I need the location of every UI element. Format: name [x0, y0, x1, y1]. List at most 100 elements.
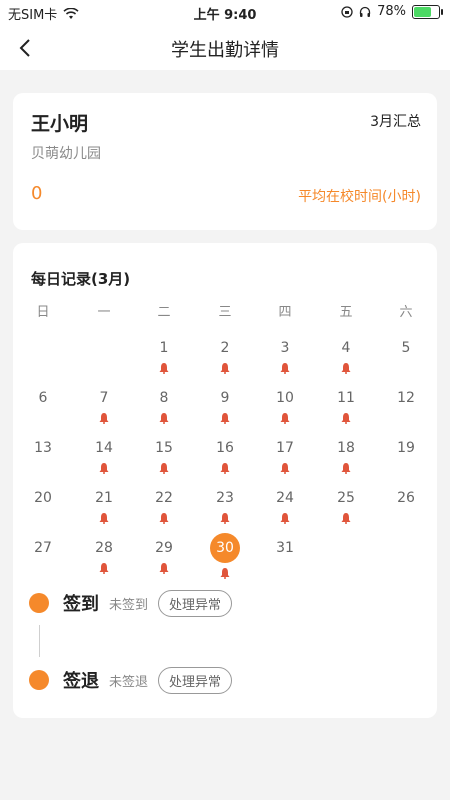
calendar-day[interactable]: 4: [326, 338, 366, 374]
day-mark-empty: [23, 462, 63, 474]
sign-out-handle-exception-button[interactable]: 处理异常: [158, 666, 233, 694]
attendance-alert-icon: [84, 512, 124, 524]
day-number: 8: [159, 390, 169, 406]
sign-out-status: 未签退: [109, 674, 149, 690]
day-mark-empty: [386, 412, 426, 424]
day-number: 9: [220, 390, 230, 406]
nav-bar: 学生出勤详情: [0, 26, 450, 70]
sign-in-handle-exception-button[interactable]: 处理异常: [158, 589, 233, 617]
day-number: 19: [397, 440, 415, 456]
day-number: 16: [216, 440, 234, 456]
day-number: 20: [34, 490, 52, 506]
day-number: 6: [38, 390, 48, 406]
sign-in-status: 未签到: [109, 597, 149, 613]
day-number: 7: [99, 390, 109, 406]
attendance-alert-icon: [326, 512, 366, 524]
sign-out-row: 签退 未签退 处理异常: [29, 665, 233, 695]
sign-out-dot-icon: [29, 670, 49, 690]
calendar-day[interactable]: 29: [144, 538, 184, 574]
attendance-alert-icon: [205, 412, 245, 424]
day-number: 12: [397, 390, 415, 406]
sign-in-row: 签到 未签到 处理异常: [29, 588, 233, 618]
day-number: 31: [276, 540, 294, 556]
calendar-day[interactable]: 13: [23, 438, 63, 474]
calendar-day[interactable]: 21: [84, 488, 124, 524]
attendance-alert-icon: [84, 462, 124, 474]
calendar-day[interactable]: 18: [326, 438, 366, 474]
calendar-day[interactable]: 16: [205, 438, 245, 474]
sign-in-dot-icon: [29, 593, 49, 613]
attendance-alert-icon: [144, 362, 184, 374]
sign-out-label: 签退: [63, 671, 99, 692]
attendance-alert-icon: [265, 512, 305, 524]
calendar-day[interactable]: 10: [265, 388, 305, 424]
daily-record-card: 每日记录(3月) 日一二三四五六 1 2 3 4 5 6 7 8 9 10 11 12 13 14 15 16…: [13, 243, 437, 718]
battery-percent: 78%: [377, 4, 406, 19]
attendance-alert-icon: [265, 362, 305, 374]
day-mark-empty: [386, 462, 426, 474]
calendar-day[interactable]: 5: [386, 338, 426, 374]
calendar-day[interactable]: 2: [205, 338, 245, 374]
day-number: 15: [155, 440, 173, 456]
calendar-day[interactable]: 25: [326, 488, 366, 524]
calendar-day-today[interactable]: 30: [205, 533, 245, 579]
calendar-day[interactable]: 12: [386, 388, 426, 424]
attendance-alert-icon: [326, 412, 366, 424]
status-bar: 无SIM卡 上午 9:40 78%: [0, 0, 450, 26]
calendar-day[interactable]: 26: [386, 488, 426, 524]
calendar-day[interactable]: 27: [23, 538, 63, 574]
day-number: 13: [34, 440, 52, 456]
day-number: 26: [397, 490, 415, 506]
day-number: 30: [210, 533, 240, 563]
day-number: 14: [95, 440, 113, 456]
battery-icon: [412, 4, 443, 19]
calendar-day[interactable]: 14: [84, 438, 124, 474]
day-number: 11: [337, 390, 355, 406]
calendar-day[interactable]: 19: [386, 438, 426, 474]
calendar-day[interactable]: 11: [326, 388, 366, 424]
attendance-alert-icon: [326, 462, 366, 474]
calendar-day[interactable]: 31: [265, 538, 305, 574]
attendance-alert-icon: [144, 562, 184, 574]
attendance-alert-icon: [144, 462, 184, 474]
day-number: 5: [401, 340, 411, 356]
orientation-lock-icon: [341, 5, 353, 18]
day-number: 4: [341, 340, 351, 356]
sign-in-label: 签到: [63, 594, 99, 615]
attendance-alert-icon: [84, 412, 124, 424]
student-name: 王小明: [31, 113, 89, 135]
calendar-day[interactable]: 8: [144, 388, 184, 424]
attendance-alert-icon: [84, 562, 124, 574]
attendance-alert-icon: [205, 512, 245, 524]
day-mark-empty: [265, 562, 305, 574]
headphones-icon: [359, 6, 371, 17]
day-number: 21: [95, 490, 113, 506]
calendar-day[interactable]: 6: [23, 388, 63, 424]
day-number: 17: [276, 440, 294, 456]
attendance-alert-icon: [265, 412, 305, 424]
calendar-day[interactable]: 3: [265, 338, 305, 374]
calendar-day[interactable]: 24: [265, 488, 305, 524]
day-number: 25: [337, 490, 355, 506]
day-number: 22: [155, 490, 173, 506]
calendar-day[interactable]: 23: [205, 488, 245, 524]
average-hours-label: 平均在校时间(小时): [298, 189, 421, 205]
calendar-day[interactable]: 7: [84, 388, 124, 424]
attendance-alert-icon: [326, 362, 366, 374]
day-mark-empty: [386, 512, 426, 524]
calendar-day[interactable]: 15: [144, 438, 184, 474]
day-number: 2: [220, 340, 230, 356]
timeline-connector: [39, 625, 40, 657]
calendar-day[interactable]: 28: [84, 538, 124, 574]
day-number: 27: [34, 540, 52, 556]
calendar-day[interactable]: 9: [205, 388, 245, 424]
calendar-day[interactable]: 17: [265, 438, 305, 474]
calendar-day[interactable]: 20: [23, 488, 63, 524]
calendar-day[interactable]: 1: [144, 338, 184, 374]
day-number: 28: [95, 540, 113, 556]
day-number: 23: [216, 490, 234, 506]
day-mark-empty: [386, 362, 426, 374]
attendance-alert-icon: [205, 362, 245, 374]
day-mark-empty: [23, 412, 63, 424]
calendar-day[interactable]: 22: [144, 488, 184, 524]
